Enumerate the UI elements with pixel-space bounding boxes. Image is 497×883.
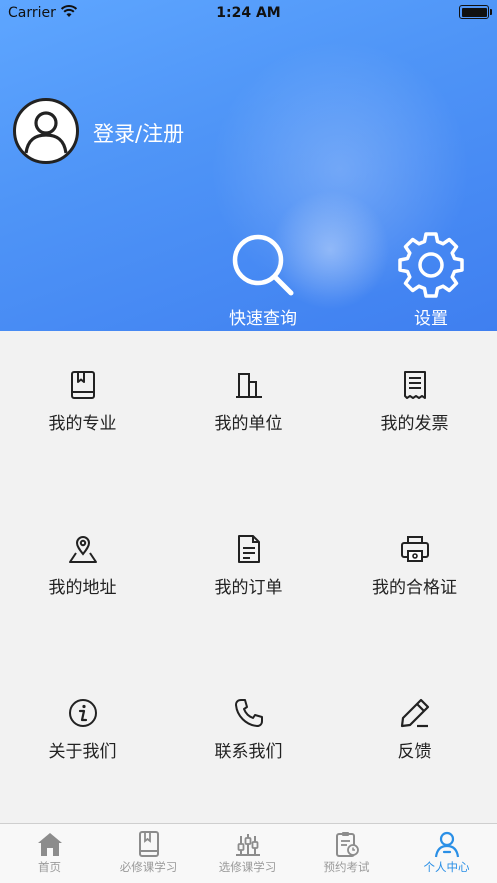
user-icon: [434, 831, 459, 858]
edit-pencil-icon: [400, 698, 429, 728]
menu-item-my-certificate[interactable]: 我的合格证: [332, 533, 497, 598]
tab-label: 个人中心: [423, 860, 470, 874]
status-bar: Carrier 1:24 AM: [0, 0, 497, 26]
tab-bar: 首页 必修课学习 选修课学习 预约考试 个人中心: [0, 823, 497, 883]
menu-label: 我的地址: [48, 578, 117, 598]
menu-label: 我的单位: [214, 414, 283, 434]
menu-item-feedback[interactable]: 反馈: [332, 697, 497, 762]
building-icon: [235, 373, 262, 398]
quick-query-button[interactable]: 快速查询: [208, 230, 318, 329]
menu-label: 反馈: [397, 742, 432, 762]
tab-required-courses[interactable]: 必修课学习: [99, 824, 198, 883]
clipboard-clock-icon: [335, 832, 359, 857]
printer-icon: [400, 536, 429, 562]
book-icon: [138, 831, 159, 857]
menu-label: 我的专业: [48, 414, 117, 434]
tab-home[interactable]: 首页: [0, 824, 99, 883]
document-icon: [237, 535, 260, 563]
tab-label: 首页: [38, 860, 61, 874]
menu-item-my-invoice[interactable]: 我的发票: [332, 369, 497, 434]
settings-button[interactable]: 设置: [376, 230, 486, 329]
tab-book-exam[interactable]: 预约考试: [297, 824, 396, 883]
battery-icon: [459, 5, 492, 19]
menu-item-my-major[interactable]: 我的专业: [0, 369, 165, 434]
menu-item-my-address[interactable]: 我的地址: [0, 533, 165, 598]
book-icon: [70, 371, 95, 399]
menu-label: 关于我们: [48, 742, 117, 762]
profile-header: Carrier 1:24 AM 登录/注册 快速查询 设置: [0, 0, 497, 331]
menu-label: 我的订单: [214, 578, 283, 598]
gear-icon: [398, 232, 464, 298]
home-icon: [37, 833, 62, 856]
menu-item-my-orders[interactable]: 我的订单: [166, 533, 331, 598]
menu-label: 我的合格证: [372, 578, 457, 598]
phone-icon: [234, 699, 263, 727]
tab-elective-courses[interactable]: 选修课学习: [198, 824, 297, 883]
receipt-icon: [403, 371, 426, 399]
menu-label: 联系我们: [214, 742, 283, 762]
quick-query-label: 快速查询: [229, 309, 297, 329]
user-avatar-icon: [24, 111, 68, 154]
location-pin-icon: [68, 536, 97, 563]
tab-label: 选修课学习: [218, 860, 277, 874]
sliders-icon: [235, 834, 260, 856]
tab-profile[interactable]: 个人中心: [396, 824, 497, 883]
menu-item-my-unit[interactable]: 我的单位: [166, 369, 331, 434]
menu-label: 我的发票: [380, 414, 449, 434]
clock: 1:24 AM: [216, 5, 281, 21]
login-register-link[interactable]: 登录/注册: [93, 118, 184, 148]
info-icon: [68, 699, 97, 727]
search-icon: [232, 234, 294, 296]
tab-label: 预约考试: [323, 860, 370, 874]
tab-label: 必修课学习: [119, 860, 178, 874]
avatar[interactable]: [13, 98, 79, 164]
menu-item-contact-us[interactable]: 联系我们: [166, 697, 331, 762]
menu-grid: 我的专业 我的单位 我的发票 我的地址 我的订单 我的合格证 关于我们 联系我们…: [0, 331, 497, 823]
menu-item-about-us[interactable]: 关于我们: [0, 697, 165, 762]
settings-label: 设置: [414, 309, 448, 329]
